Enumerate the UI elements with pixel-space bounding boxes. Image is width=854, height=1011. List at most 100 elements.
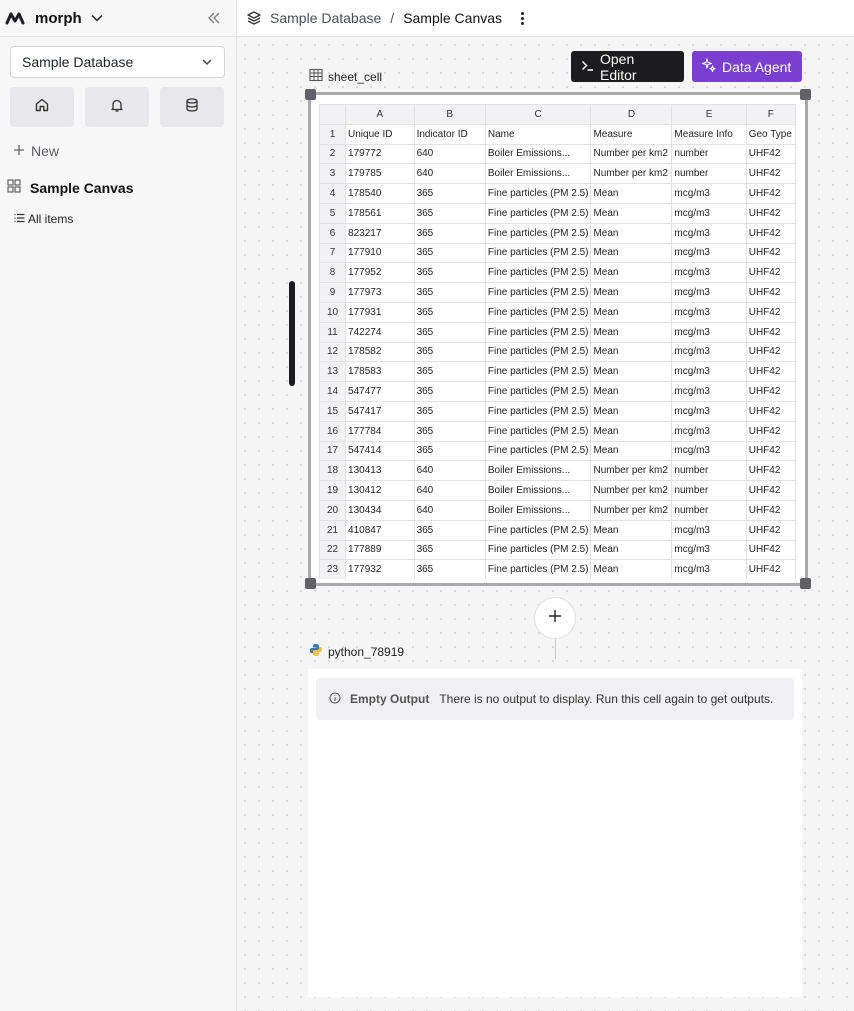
table-cell[interactable]: 365 [413,519,486,541]
column-header[interactable]: F [745,104,796,125]
table-cell[interactable]: Fine particles (PM 2.5) [484,183,592,204]
table-cell[interactable]: Fine particles (PM 2.5) [484,341,592,363]
row-header[interactable]: 9 [319,282,347,303]
row-header[interactable]: 1 [319,123,347,145]
table-cell[interactable]: 365 [413,400,486,422]
python-cell-label[interactable]: python_78919 [309,643,404,660]
table-cell[interactable]: UHF42 [745,183,796,204]
table-cell[interactable]: 130413 [345,460,415,482]
table-cell[interactable]: 823217 [345,222,415,244]
table-cell[interactable]: number [671,460,747,482]
table-cell[interactable]: mcg/m3 [671,341,747,363]
table-cell[interactable]: 178540 [345,183,415,204]
table-cell[interactable]: 177910 [345,242,415,264]
table-cell[interactable]: 178582 [345,341,415,363]
table-cell[interactable]: 177973 [345,282,415,303]
table-cell[interactable]: 547417 [345,400,415,422]
table-cell[interactable]: 177889 [345,539,415,561]
table-cell[interactable]: 130412 [345,480,415,501]
table-cell[interactable]: 547477 [345,381,415,402]
table-cell[interactable]: Fine particles (PM 2.5) [484,381,592,402]
row-header[interactable]: 13 [319,361,347,383]
row-header[interactable]: 15 [319,400,347,422]
table-cell[interactable]: 640 [413,480,486,501]
database-select[interactable]: Sample Database [10,46,225,78]
table-cell[interactable]: Mean [590,539,673,561]
table-cell[interactable]: Mean [590,222,673,244]
table-cell[interactable]: Mean [590,262,673,284]
table-cell[interactable]: mcg/m3 [671,519,747,541]
table-cell[interactable]: UHF42 [745,499,796,521]
table-cell[interactable]: Fine particles (PM 2.5) [484,400,592,422]
table-cell[interactable]: 640 [413,163,486,185]
table-cell[interactable]: Number per km2 [590,143,673,165]
table-cell[interactable]: Number per km2 [590,163,673,185]
table-cell[interactable]: Mean [590,361,673,383]
table-cell[interactable]: mcg/m3 [671,400,747,422]
table-cell[interactable]: 365 [413,341,486,363]
cell-drag-handle[interactable] [289,281,295,386]
table-cell[interactable]: 365 [413,559,486,579]
row-header[interactable]: 10 [319,301,347,323]
row-header[interactable]: 19 [319,480,347,501]
table-cell[interactable]: 640 [413,143,486,165]
table-cell[interactable]: 177784 [345,420,415,442]
table-cell[interactable]: Measure Info [671,123,747,145]
row-header[interactable]: 7 [319,242,347,264]
table-cell[interactable]: 365 [413,321,486,343]
table-cell[interactable]: 640 [413,499,486,521]
table-cell[interactable]: mcg/m3 [671,282,747,303]
table-cell[interactable]: mcg/m3 [671,202,747,224]
table-cell[interactable]: mcg/m3 [671,440,747,462]
row-header[interactable]: 22 [319,539,347,561]
table-cell[interactable]: 742274 [345,321,415,343]
table-cell[interactable]: UHF42 [745,361,796,383]
table-cell[interactable]: Mean [590,440,673,462]
table-cell[interactable]: Number per km2 [590,480,673,501]
table-cell[interactable]: mcg/m3 [671,183,747,204]
table-cell[interactable]: UHF42 [745,341,796,363]
column-header[interactable]: E [671,104,747,125]
add-cell-button[interactable] [534,597,576,639]
table-cell[interactable]: UHF42 [745,460,796,482]
table-cell[interactable]: Fine particles (PM 2.5) [484,420,592,442]
notifications-button[interactable] [85,87,149,127]
table-cell[interactable]: 178583 [345,361,415,383]
column-header[interactable]: A [345,104,415,125]
table-cell[interactable]: UHF42 [745,420,796,442]
table-cell[interactable]: 640 [413,460,486,482]
column-header[interactable]: D [590,104,673,125]
table-cell[interactable]: UHF42 [745,519,796,541]
table-cell[interactable]: number [671,480,747,501]
table-cell[interactable]: Unique ID [345,123,415,145]
kebab-icon[interactable] [517,10,528,27]
table-cell[interactable]: UHF42 [745,262,796,284]
table-cell[interactable]: 365 [413,539,486,561]
table-cell[interactable]: Measure [590,123,673,145]
table-cell[interactable]: UHF42 [745,559,796,579]
table-cell[interactable]: 365 [413,222,486,244]
table-cell[interactable]: Fine particles (PM 2.5) [484,440,592,462]
table-cell[interactable]: Mean [590,301,673,323]
row-header[interactable]: 20 [319,499,347,521]
database-button[interactable] [160,87,224,127]
home-button[interactable] [10,87,74,127]
table-cell[interactable]: Number per km2 [590,460,673,482]
table-cell[interactable]: Mean [590,420,673,442]
table-cell[interactable]: 410847 [345,519,415,541]
table-cell[interactable]: Fine particles (PM 2.5) [484,519,592,541]
table-cell[interactable]: 365 [413,202,486,224]
table-cell[interactable]: UHF42 [745,440,796,462]
spreadsheet[interactable]: A B C D E F 1 Unique ID Indicator ID Name Me… [319,104,796,579]
table-cell[interactable]: 365 [413,301,486,323]
table-cell[interactable]: Boiler Emissions... [484,499,592,521]
row-header[interactable]: 18 [319,460,347,482]
table-cell[interactable]: mcg/m3 [671,222,747,244]
sheet-cell-label[interactable]: sheet_cell [309,68,382,85]
table-cell[interactable]: Mean [590,282,673,303]
table-cell[interactable]: Geo Type [745,123,796,145]
row-header[interactable]: 6 [319,222,347,244]
table-cell[interactable]: mcg/m3 [671,321,747,343]
table-cell[interactable]: number [671,163,747,185]
column-header[interactable]: C [484,104,592,125]
